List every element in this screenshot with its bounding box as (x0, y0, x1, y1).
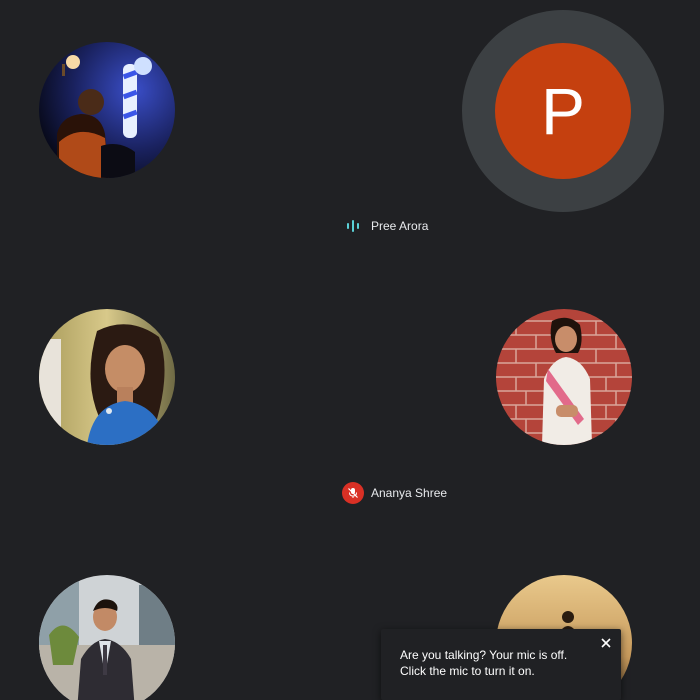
participant-name-tag-pree: Pree Arora (345, 218, 428, 234)
avatar-photo-man-suit (39, 575, 175, 700)
participant-name: Pree Arora (371, 219, 429, 233)
participant-avatar-5[interactable] (39, 575, 175, 700)
participant-name-tag-ananya: Ananya Shree (342, 482, 447, 504)
avatar-photo-woman-blue-top (39, 309, 175, 445)
participant-name: Ananya Shree (371, 486, 448, 500)
participant-avatar-2[interactable]: P (495, 43, 631, 179)
mic-off-icon (342, 482, 364, 504)
toast-message: Are you talking? Your mic is off. Click … (400, 648, 568, 678)
participant-avatar-3[interactable] (39, 309, 175, 445)
close-icon[interactable] (599, 636, 613, 650)
avatar-photo-woman-brick-wall (496, 309, 632, 445)
participant-avatar-4[interactable] (496, 309, 632, 445)
avatar-photo-barber-pole (39, 42, 175, 178)
mic-off-toast: Are you talking? Your mic is off. Click … (381, 629, 621, 700)
participant-avatar-1[interactable] (39, 42, 175, 178)
speaking-indicator-icon (345, 218, 361, 234)
avatar-letter: P (540, 74, 586, 148)
meeting-grid: P Pree Arora Ananya Shree Are you talkin… (0, 0, 700, 700)
